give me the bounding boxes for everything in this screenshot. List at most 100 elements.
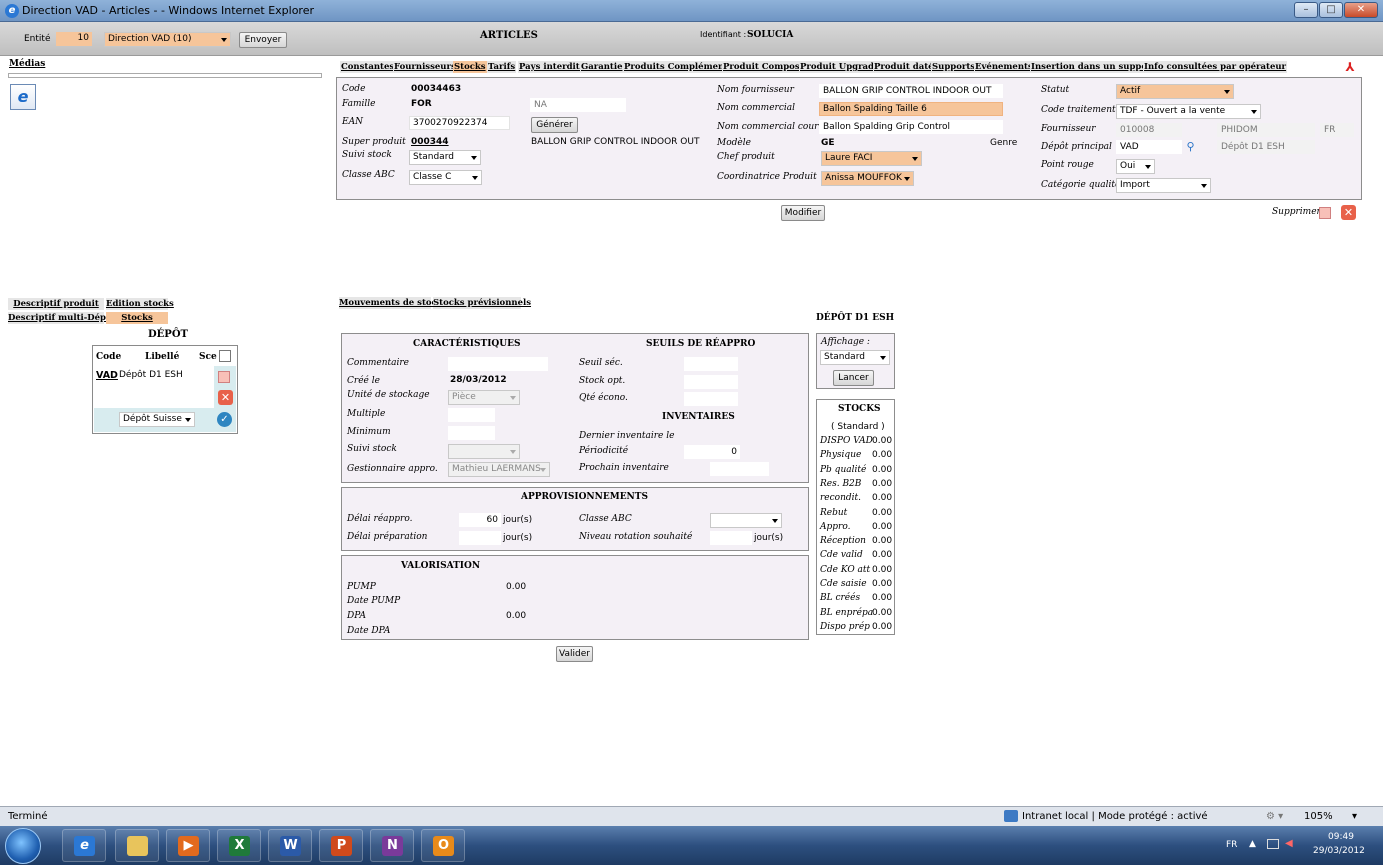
validate-check-icon[interactable]: ✓ [217,412,232,427]
delai-reappro-label: Délai réappro. [347,514,413,524]
valider-button[interactable]: Valider [556,646,593,662]
tab-supports[interactable]: Supports [931,61,977,73]
envoyer-button[interactable]: Envoyer [239,32,287,48]
tab-evenements[interactable]: Evénements [974,61,1034,73]
folder-icon [127,836,148,856]
fournisseur-country-field[interactable]: FR [1320,123,1354,137]
super-produit-link[interactable]: 000344 [411,137,449,147]
tab-produit-upgrade[interactable]: Produit Upgrade [799,61,881,73]
taskbar-powerpoint-button[interactable]: P [319,829,363,862]
tab-insertion-support[interactable]: Insertion dans un support [1030,61,1157,73]
tab-stocks[interactable]: Stocks [453,61,487,73]
fournisseur-name-field[interactable]: PHIDOM [1217,123,1315,137]
delete-row-icon[interactable]: ✕ [218,390,233,405]
taskbar-media-button[interactable]: ▶ [166,829,210,862]
seuil-sec-field[interactable] [684,357,738,371]
security-zone-text[interactable]: Intranet local | Mode protégé : activé [1022,811,1208,822]
tab-descriptif-multi-depot[interactable]: Descriptif multi-Dépôt [8,312,116,324]
taskbar-onenote-button[interactable]: N [370,829,414,862]
statut-select[interactable]: Actif [1116,84,1234,99]
tab-fournisseurs[interactable]: Fournisseurs [393,61,457,73]
entite-code-field[interactable]: 10 [56,32,92,46]
generer-button[interactable]: Générer [531,117,578,133]
nom-court-field[interactable]: Ballon Spalding Grip Control [819,120,1003,134]
depot-principal-name-field[interactable]: Dépôt D1 ESH [1217,140,1315,154]
coordinatrice-select[interactable]: Anissa MOUFFOK [821,171,914,186]
nom-commercial-field[interactable]: Ballon Spalding Taille 6 [819,102,1003,116]
tab-stocks-left[interactable]: Stocks [106,312,168,324]
classe-abc-select[interactable]: Classe C [409,170,482,185]
volume-icon[interactable]: ◀ [1285,838,1293,849]
start-button-icon[interactable] [5,828,41,864]
ean-field[interactable]: 3700270922374 [409,116,510,130]
tab-produits-complements[interactable]: Produits Compléments [623,61,734,73]
point-rouge-select[interactable]: Oui [1116,159,1155,174]
zoom-level[interactable]: 105% [1304,811,1333,822]
tab-produit-compose[interactable]: Produit Composé [722,61,807,73]
categorie-qualite-select[interactable]: Import [1116,178,1211,193]
tray-expand-icon[interactable]: ▲ [1249,839,1256,849]
code-traitement-select[interactable]: TDF - Ouvert a la vente [1116,104,1261,119]
famille-na-field[interactable]: NA [530,98,626,112]
fournisseur-code-field[interactable]: 010008 [1116,123,1182,137]
suivi-stock-select[interactable]: Standard [409,150,481,165]
rotation-field[interactable] [710,531,752,545]
tab-pays-interdits[interactable]: Pays interdits [518,61,586,73]
language-indicator[interactable]: FR [1226,840,1237,850]
ie-document-icon[interactable]: e [10,84,36,110]
maximize-button[interactable]: □ [1319,2,1343,18]
supprimer-checkbox[interactable] [1319,207,1331,219]
taskbar-ie-button[interactable]: e [62,829,106,862]
delai-reappro-field[interactable]: 60 [459,513,501,527]
gestionnaire-select[interactable]: Mathieu LAERMANS [448,462,550,477]
protected-mode-icon[interactable]: ⚙ ▾ [1266,811,1283,822]
tab-stocks-previsionnels[interactable]: Stocks prévisionnels [433,297,531,309]
tab-garantie[interactable]: Garantie [580,61,624,73]
close-window-button[interactable]: ✕ [1344,2,1378,18]
famille-value: FOR [411,99,432,109]
clock-date[interactable]: 29/03/2012 [1313,846,1365,856]
entite-select[interactable]: Direction VAD (10) [104,32,231,47]
commentaire-field[interactable] [448,357,548,371]
taskbar-excel-button[interactable]: X [217,829,261,862]
zoom-dropdown-icon[interactable]: ▾ [1352,811,1357,822]
prochain-inventaire-field[interactable] [710,462,769,476]
unite-stockage-select[interactable]: Pièce [448,390,520,405]
medias-link[interactable]: Médias [9,59,45,69]
minimum-field[interactable] [448,426,495,440]
pdf-icon[interactable]: ⅄ [1343,60,1357,74]
taskbar-explorer-button[interactable] [115,829,159,862]
minimize-button[interactable]: – [1294,2,1318,18]
tab-edition-stocks[interactable]: Edition stocks [106,298,174,310]
qte-econo-field[interactable] [684,392,738,406]
taskbar-word-button[interactable]: W [268,829,312,862]
nom-fournisseur-field[interactable]: BALLON GRIP CONTROL INDOOR OUT [819,84,1003,98]
tab-constantes[interactable]: Constantes [340,61,396,73]
taskbar-outlook-button[interactable]: O [421,829,465,862]
delete-icon[interactable]: ✕ [1341,205,1356,220]
stock-opt-field[interactable] [684,375,738,389]
super-produit-label: Super produit [342,137,406,147]
delai-preparation-field[interactable] [459,531,501,545]
suivi-stock-select-2[interactable] [448,444,520,459]
tab-descriptif-produit[interactable]: Descriptif produit [8,298,104,310]
lancer-button[interactable]: Lancer [833,370,874,386]
row-code-link[interactable]: VAD [96,370,118,381]
affichage-select[interactable]: Standard [820,350,890,365]
row-checkbox[interactable] [218,371,230,383]
tab-produit-date[interactable]: Produit daté [873,61,935,73]
appro-classe-abc-select[interactable] [710,513,782,528]
chef-produit-select[interactable]: Laure FACI [821,151,922,166]
tab-mouvements-stock[interactable]: Mouvements de stock [339,297,443,309]
multiple-field[interactable] [448,408,495,422]
depot-principal-field[interactable]: VAD [1116,140,1182,154]
select-all-checkbox[interactable] [219,350,231,362]
search-icon[interactable]: ⚲ [1184,140,1197,153]
tab-info-consultees[interactable]: Info consultées par opérateur [1143,61,1288,73]
clock-time[interactable]: 09:49 [1328,832,1354,842]
tab-tarifs[interactable]: Tarifs [487,61,517,73]
modifier-button[interactable]: Modifier [781,205,825,221]
network-icon[interactable] [1267,839,1279,849]
add-depot-select[interactable]: Dépôt Suisse [119,412,195,427]
periodicite-field[interactable]: 0 [684,445,740,459]
